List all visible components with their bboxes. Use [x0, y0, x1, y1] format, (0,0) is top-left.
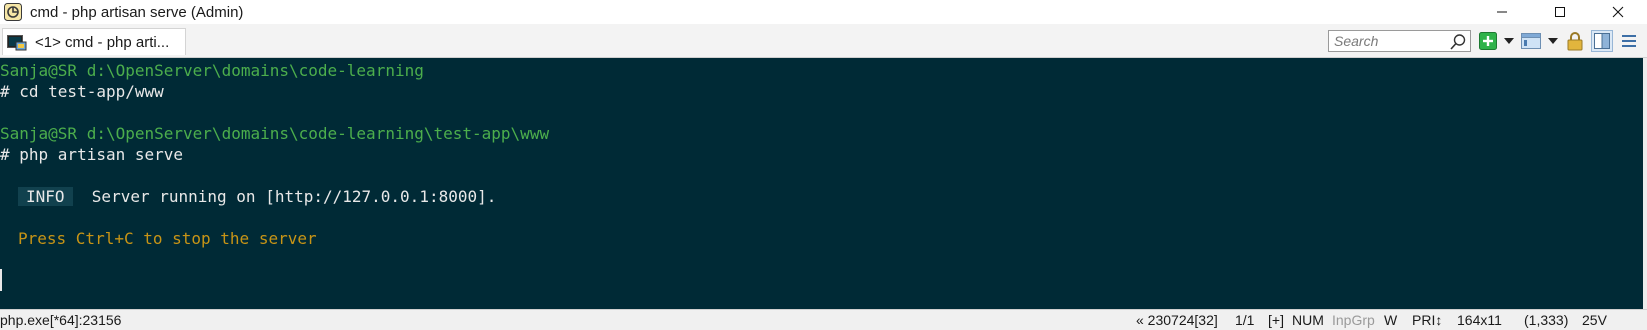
window-title: cmd - php artisan serve (Admin)	[30, 3, 244, 21]
search-icon[interactable]	[1449, 33, 1467, 51]
lock-button[interactable]	[1564, 30, 1586, 52]
search-input[interactable]	[1329, 32, 1448, 50]
new-console-button[interactable]	[1477, 30, 1499, 52]
status-pri[interactable]: PRI↕	[1412, 312, 1442, 328]
prompt-path: d:\OpenServer\domains\code-learning\test…	[86, 124, 550, 143]
maximize-button[interactable]	[1531, 0, 1589, 24]
status-size[interactable]: 164x11	[1457, 312, 1502, 328]
status-bar: php.exe[*64]:23156 « 230724[32] 1/1 [+] …	[0, 309, 1647, 330]
console-tab-icon	[7, 33, 27, 51]
menu-button[interactable]	[1618, 30, 1640, 52]
console-line: # php artisan serve	[0, 145, 184, 164]
menu-icon	[1622, 35, 1636, 47]
console-line: INFO Server running on [http://127.0.0.1…	[18, 186, 496, 208]
console-line: Sanja@SR d:\OpenServer\domains\code-lear…	[0, 123, 549, 145]
tab-label: <1> cmd - php arti...	[35, 33, 170, 51]
window-button[interactable]	[1520, 30, 1542, 52]
title-bar: cmd - php artisan serve (Admin)	[0, 0, 1647, 24]
status-encoding[interactable]: 25V	[1582, 312, 1607, 328]
window-icon	[1521, 33, 1541, 49]
maximize-icon	[1555, 7, 1565, 17]
info-badge: INFO	[18, 187, 73, 206]
split-view-icon	[1594, 33, 1610, 49]
text-cursor	[0, 269, 2, 291]
dropdown-icon[interactable]	[1548, 38, 1558, 44]
status-inpgrp[interactable]: InpGrp	[1332, 312, 1375, 328]
search-box[interactable]	[1328, 30, 1471, 52]
split-view-button[interactable]	[1591, 30, 1613, 52]
console-output[interactable]: Sanja@SR d:\OpenServer\domains\code-lear…	[0, 58, 1643, 309]
console-line: Press Ctrl+C to stop the server	[18, 229, 317, 248]
conemu-icon[interactable]	[4, 3, 22, 21]
minimize-icon	[1497, 11, 1507, 13]
close-icon	[1612, 6, 1624, 18]
status-num[interactable]: NUM	[1292, 312, 1324, 328]
scrollbar[interactable]	[1643, 58, 1647, 309]
info-message: Server running on [http://127.0.0.1:8000…	[91, 187, 497, 206]
new-console-icon	[1479, 32, 1497, 50]
console-line: Sanja@SR d:\OpenServer\domains\code-lear…	[0, 60, 424, 82]
status-console-index[interactable]: 1/1	[1235, 312, 1254, 328]
tab-bar: <1> cmd - php arti...	[0, 24, 1647, 58]
prompt-user: Sanja@SR	[0, 61, 78, 80]
console-line: # cd test-app/www	[0, 82, 164, 101]
status-plus[interactable]: [+]	[1268, 312, 1284, 328]
prompt-path: d:\OpenServer\domains\code-learning	[86, 61, 424, 80]
dropdown-icon[interactable]	[1504, 38, 1514, 44]
minimize-button[interactable]	[1473, 0, 1531, 24]
status-w[interactable]: W	[1384, 312, 1397, 328]
status-process[interactable]: php.exe[*64]:23156	[0, 312, 121, 328]
prompt-user: Sanja@SR	[0, 124, 78, 143]
status-cursor-pos[interactable]: (1,333)	[1524, 312, 1568, 328]
close-button[interactable]	[1589, 0, 1647, 24]
lock-icon	[1567, 32, 1583, 51]
tab-console-1[interactable]: <1> cmd - php arti...	[2, 28, 186, 55]
status-build[interactable]: « 230724[32]	[1136, 312, 1218, 328]
